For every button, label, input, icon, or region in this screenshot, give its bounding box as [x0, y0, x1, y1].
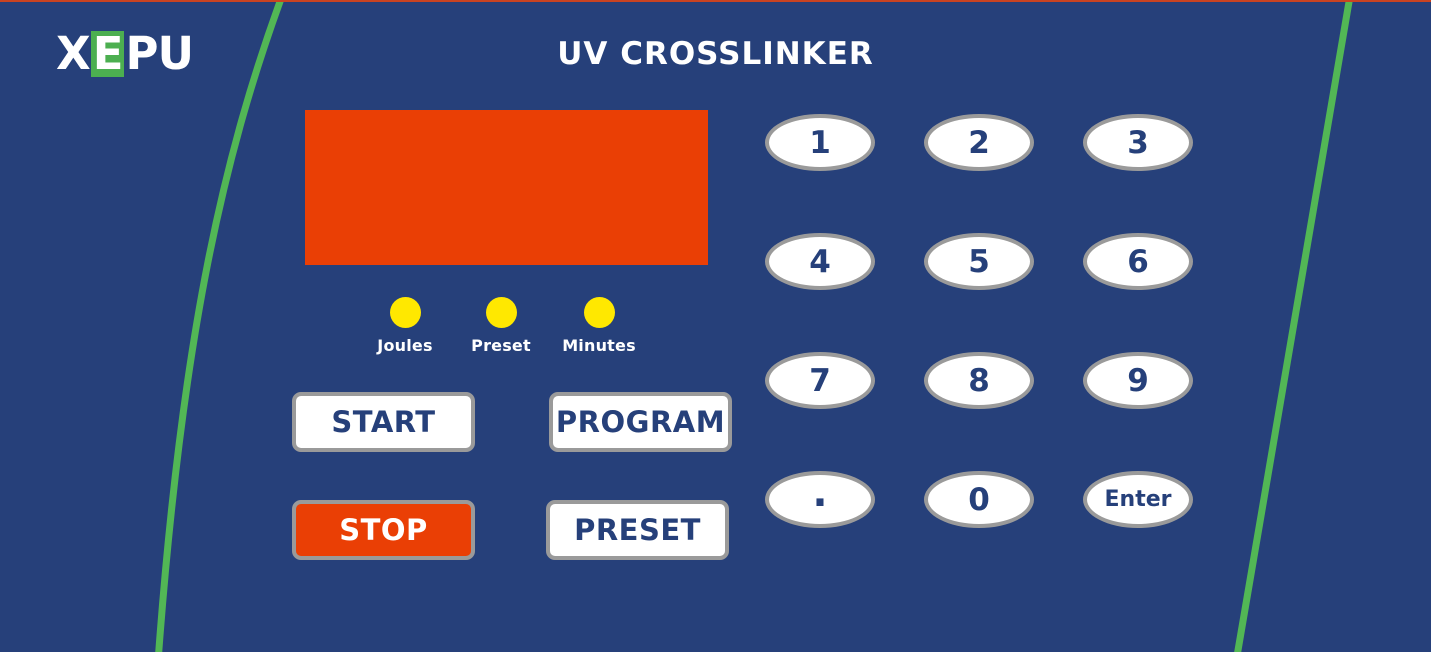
keypad-key-7[interactable]: 7	[765, 352, 875, 409]
led-indicator-icon	[583, 297, 615, 328]
left-accent-curve	[155, 2, 284, 652]
indicator-preset: Preset	[453, 297, 549, 355]
keypad-key-6[interactable]: 6	[1083, 233, 1193, 290]
keypad-key-enter[interactable]: Enter	[1083, 471, 1193, 528]
led-indicator-icon	[389, 297, 421, 328]
program-button[interactable]: PROGRAM	[549, 392, 732, 452]
keypad-key-8[interactable]: 8	[924, 352, 1034, 409]
indicator-label-joules: Joules	[377, 336, 433, 355]
keypad-key-4[interactable]: 4	[765, 233, 875, 290]
keypad-key-0[interactable]: 0	[924, 471, 1034, 528]
keypad-key-1[interactable]: 1	[765, 114, 875, 171]
keypad-key-2[interactable]: 2	[924, 114, 1034, 171]
keypad-key-9[interactable]: 9	[1083, 352, 1193, 409]
numeric-keypad: 1 2 3 4 5 6 7 8 9 . 0 Enter	[765, 114, 1195, 529]
readout-display	[305, 110, 708, 265]
panel-title: UV CROSSLINKER	[557, 36, 874, 72]
start-button[interactable]: START	[292, 392, 475, 452]
keypad-key-5[interactable]: 5	[924, 233, 1034, 290]
stop-button[interactable]: STOP	[292, 500, 475, 560]
preset-button[interactable]: PRESET	[546, 500, 729, 560]
indicator-label-preset: Preset	[471, 336, 531, 355]
keypad-key-3[interactable]: 3	[1083, 114, 1193, 171]
right-accent-curve	[1234, 2, 1353, 652]
keypad-key-decimal[interactable]: .	[765, 471, 875, 528]
indicator-label-minutes: Minutes	[562, 336, 636, 355]
uv-crosslinker-control-panel: X E P U UV CROSSLINKER Joules Preset Min…	[0, 0, 1431, 652]
indicator-joules: Joules	[357, 297, 453, 355]
indicator-minutes: Minutes	[551, 297, 647, 355]
led-indicator-icon	[485, 297, 517, 328]
